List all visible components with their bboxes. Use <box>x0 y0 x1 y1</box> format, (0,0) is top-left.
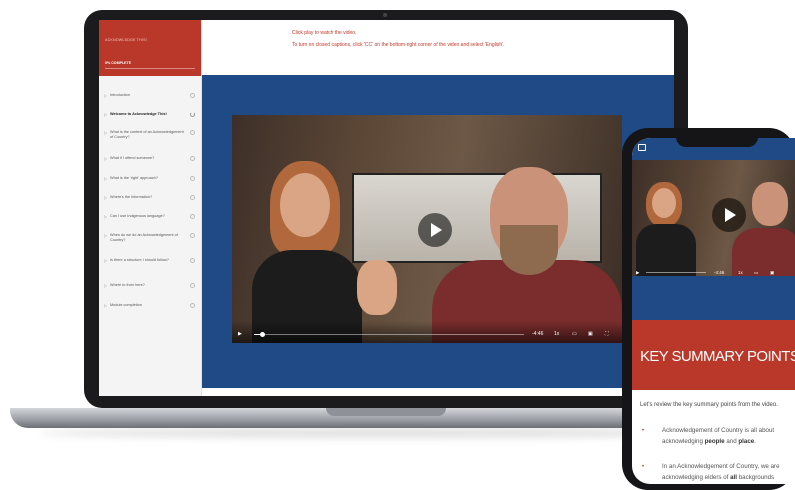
presenter-left <box>636 224 696 276</box>
lesson-item[interactable]: ▷ Where to from here? <box>99 283 201 288</box>
summary-intro: Let's review the key summary points from… <box>640 402 778 408</box>
summary-banner: KEY SUMMARY POINTS <box>632 320 795 390</box>
lesson-label: Welcome to Acknowledge This! <box>110 112 167 116</box>
emphasis: people <box>704 438 725 445</box>
laptop-display: ACKNOWLEDGE THIS! 0% COMPLETE ▷ Introduc… <box>99 20 674 396</box>
video-panel: ▶ -4:46 1x ▭ ▣ ⛶ <box>202 75 674 388</box>
summary-point-line: In an Acknowledgement of Country, we are <box>662 463 780 470</box>
lesson-label: Is there a structure I should follow? <box>110 258 169 262</box>
presenter-right-beard <box>500 225 558 275</box>
presenter-left-face <box>280 173 330 237</box>
lesson-status-icon <box>190 303 195 308</box>
progress-bar <box>105 68 195 69</box>
lesson-item[interactable]: ▷ Introduction <box>99 93 201 98</box>
emphasis: all <box>730 474 737 481</box>
laptop-notch <box>326 408 446 416</box>
text-run: and <box>724 438 739 445</box>
lesson-label: Can I use Indigenous language? <box>110 214 165 218</box>
play-icon <box>725 208 736 222</box>
text-run: acknowledging elders of <box>662 474 731 481</box>
lesson-status-icon <box>190 283 195 288</box>
sidebar-header: ACKNOWLEDGE THIS! 0% COMPLETE <box>99 20 201 76</box>
phone-play-button[interactable] <box>712 198 746 232</box>
lesson-status-icon <box>190 130 195 135</box>
phone-notch <box>676 134 758 147</box>
video-controls: ▶ -4:46 1x ▭ ▣ ⛶ <box>232 321 622 343</box>
course-title: ACKNOWLEDGE THIS! <box>105 38 147 42</box>
presenter-hand <box>357 260 397 315</box>
lesson-item[interactable]: ▷ When do we do an Acknowledgement of Co… <box>99 233 201 243</box>
lesson-label: Where's the information? <box>110 195 153 199</box>
lesson-label: What if I offend someone? <box>110 156 155 160</box>
phone-screen: ≡ ▶ -4:46 1x ▭ ▣ KEY SUMMARY POINTS Let'… <box>632 138 795 484</box>
play-small-icon[interactable]: ▶ <box>238 331 242 337</box>
lesson-item[interactable]: ▷ Is there a structure I should follow? <box>99 258 201 263</box>
lesson-label: What is the context of an Acknowledgemen… <box>110 130 184 139</box>
lesson-label: When do we do an Acknowledgement of Coun… <box>110 233 178 242</box>
emphasis: place <box>738 438 755 445</box>
lesson-status-icon <box>190 258 195 263</box>
summary-point: Acknowledgement of Country is all about … <box>662 425 795 447</box>
lesson-item[interactable]: ▷ Can I use Indigenous language? <box>99 214 201 219</box>
summary-point-line: acknowledging elders of all backgrounds <box>662 472 795 483</box>
scrubber-knob[interactable] <box>259 331 265 337</box>
lesson-status-icon <box>190 195 195 200</box>
text-run: acknowledging <box>662 438 705 445</box>
instruction-line-1: Click play to watch the video. <box>292 30 357 36</box>
phone-video-player[interactable]: ▶ -4:46 1x ▭ ▣ <box>632 160 795 276</box>
course-sidebar: ACKNOWLEDGE THIS! 0% COMPLETE ▷ Introduc… <box>99 20 202 396</box>
lesson-status-icon <box>190 214 195 219</box>
video-player[interactable]: ▶ -4:46 1x ▭ ▣ ⛶ <box>232 115 622 343</box>
play-icon <box>431 223 442 237</box>
phone-time-remaining: -4:46 <box>714 270 725 275</box>
scrubber[interactable] <box>254 331 524 337</box>
lesson-label: Module completion <box>110 303 142 307</box>
summary-point-line: Acknowledgement of Country is all about <box>662 427 775 434</box>
lesson-status-icon <box>190 112 195 117</box>
phone-blue-band <box>632 276 795 320</box>
play-button[interactable] <box>418 213 452 247</box>
lesson-status-icon <box>190 233 195 238</box>
bullet-icon: • <box>642 464 645 470</box>
presenter-left-face <box>652 188 676 218</box>
phone-scrubber[interactable] <box>646 272 706 274</box>
time-remaining: -4:46 <box>532 331 544 337</box>
lesson-status-icon <box>190 156 195 161</box>
fullscreen-icon[interactable]: ⛶ <box>605 331 609 337</box>
lesson-item-active[interactable]: ▷ Welcome to Acknowledge This! <box>99 112 201 117</box>
bullet-icon: • <box>642 428 645 434</box>
lesson-label: Introduction <box>110 93 130 97</box>
pip-icon[interactable]: ▣ <box>588 331 593 337</box>
captions-icon[interactable]: ▭ <box>572 331 577 337</box>
presenter-right <box>732 228 795 276</box>
lesson-item[interactable]: ▷ Where's the information? <box>99 195 201 200</box>
lesson-label: What is the 'right' approach? <box>110 176 158 180</box>
text-run: backgrounds <box>737 474 775 481</box>
lesson-item[interactable]: ▷ What if I offend someone? <box>99 156 201 161</box>
lesson-status-icon <box>190 93 195 98</box>
lesson-status-icon <box>190 176 195 181</box>
presenter-right-face <box>752 182 788 226</box>
menu-icon[interactable]: ≡ <box>638 144 646 151</box>
lesson-label: Where to from here? <box>110 283 145 287</box>
instruction-line-2: To turn on closed captions, click 'CC' o… <box>292 42 505 48</box>
summary-point-line: acknowledging people and place. <box>662 436 795 447</box>
lesson-item[interactable]: ▷ Module completion <box>99 303 201 308</box>
text-run: . <box>754 438 756 445</box>
summary-point: In an Acknowledgement of Country, we are… <box>662 461 795 483</box>
lesson-content: Click play to watch the video. To turn o… <box>202 20 674 396</box>
playback-speed-button[interactable]: 1x <box>554 331 559 337</box>
phone-speed-button[interactable]: 1x <box>738 270 743 275</box>
lesson-item[interactable]: ▷ What is the 'right' approach? <box>99 176 201 181</box>
summary-title: KEY SUMMARY POINTS <box>640 348 795 365</box>
lesson-item[interactable]: ▷ What is the context of an Acknowledgem… <box>99 130 201 140</box>
laptop-camera <box>383 13 387 17</box>
progress-label: 0% COMPLETE <box>105 61 132 65</box>
